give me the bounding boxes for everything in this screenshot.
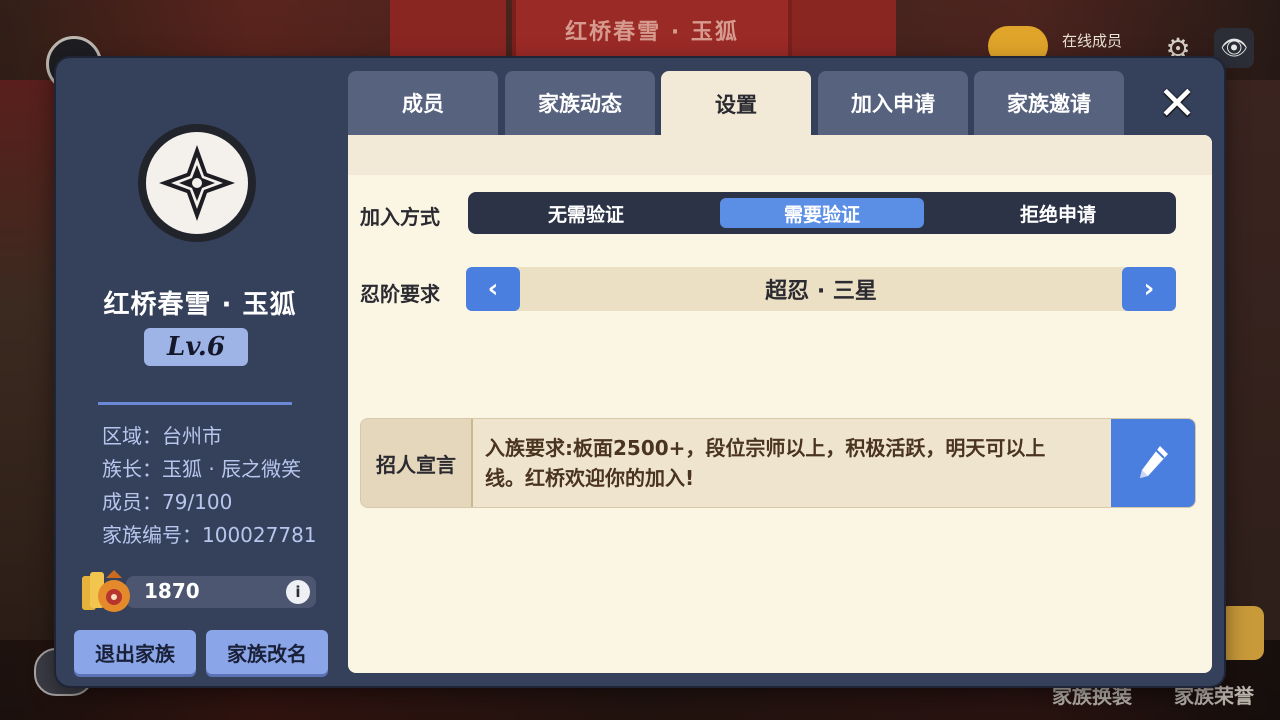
join-option-reject[interactable]: 拒绝申请 <box>944 198 1172 228</box>
clan-name: 红桥春雪 · 玉狐 <box>103 290 297 320</box>
panel-header-strip <box>348 135 1212 175</box>
join-method-label: 加入方式 <box>360 205 440 229</box>
region-info: 区域：台州市 <box>102 424 222 448</box>
coin-bag-icon <box>80 566 132 614</box>
chevron-right-icon[interactable]: › <box>1122 267 1176 311</box>
quit-clan-button[interactable]: 退出家族 <box>74 630 196 674</box>
pencil-icon[interactable] <box>1111 419 1195 507</box>
join-option-no-verify[interactable]: 无需验证 <box>472 198 700 228</box>
online-members-label[interactable]: 在线成员 <box>1062 30 1122 51</box>
member-count-info: 成员：79/100 <box>102 490 233 514</box>
join-option-verify[interactable]: 需要验证 <box>720 198 924 228</box>
shuriken-emblem-icon <box>138 124 256 242</box>
clan-funds-value: 1870 <box>144 579 200 603</box>
chevron-left-icon[interactable]: ‹ <box>466 267 520 311</box>
rank-value: 超忍 · 三星 <box>765 279 877 304</box>
close-icon[interactable]: ✕ <box>1152 76 1202 130</box>
rename-clan-button[interactable]: 家族改名 <box>206 630 328 674</box>
clan-sidebar: 红桥春雪 · 玉狐 Lv.6 区域：台州市 族长：玉狐 · 辰之微笑 成员：79… <box>56 58 344 686</box>
info-icon[interactable]: i <box>286 580 310 604</box>
level-badge: Lv.6 <box>144 328 248 366</box>
rank-requirement-label: 忍阶要求 <box>360 282 440 306</box>
recruit-declaration-box: 招人宣言 入族要求:板面2500+，段位宗师以上，积极活跃，明天可以上线。红桥欢… <box>360 418 1196 508</box>
tab-join-requests[interactable]: 加入申请 <box>818 71 968 135</box>
trophy-icon[interactable] <box>1218 606 1264 660</box>
background-panel <box>792 0 896 58</box>
rank-stepper: ‹ 超忍 · 三星 › <box>466 267 1176 311</box>
background-banner: 红桥春雪 · 玉狐 <box>512 0 792 58</box>
tab-members[interactable]: 成员 <box>348 71 498 135</box>
background-panel <box>390 0 506 58</box>
declaration-label: 招人宣言 <box>361 419 473 507</box>
banner-title: 红桥春雪 · 玉狐 <box>565 20 739 45</box>
clan-id-info: 家族编号：100027781 <box>102 523 317 547</box>
background-wall <box>1222 80 1280 640</box>
clan-dialog: 红桥春雪 · 玉狐 Lv.6 区域：台州市 族长：玉狐 · 辰之微笑 成员：79… <box>56 58 1224 686</box>
divider <box>98 402 292 405</box>
tab-clan-news[interactable]: 家族动态 <box>505 71 655 135</box>
leader-info: 族长：玉狐 · 辰之微笑 <box>102 457 302 481</box>
tab-clan-invites[interactable]: 家族邀请 <box>974 71 1124 135</box>
declaration-text: 入族要求:板面2500+，段位宗师以上，积极活跃，明天可以上线。红桥欢迎你的加入… <box>485 436 1046 490</box>
background-wall <box>0 80 56 640</box>
join-method-selector: 无需验证 需要验证 拒绝申请 <box>468 192 1176 234</box>
tab-settings[interactable]: 设置 <box>661 71 811 137</box>
settings-panel: 加入方式 无需验证 需要验证 拒绝申请 忍阶要求 ‹ 超忍 · 三星 › 招人宣… <box>348 135 1212 673</box>
